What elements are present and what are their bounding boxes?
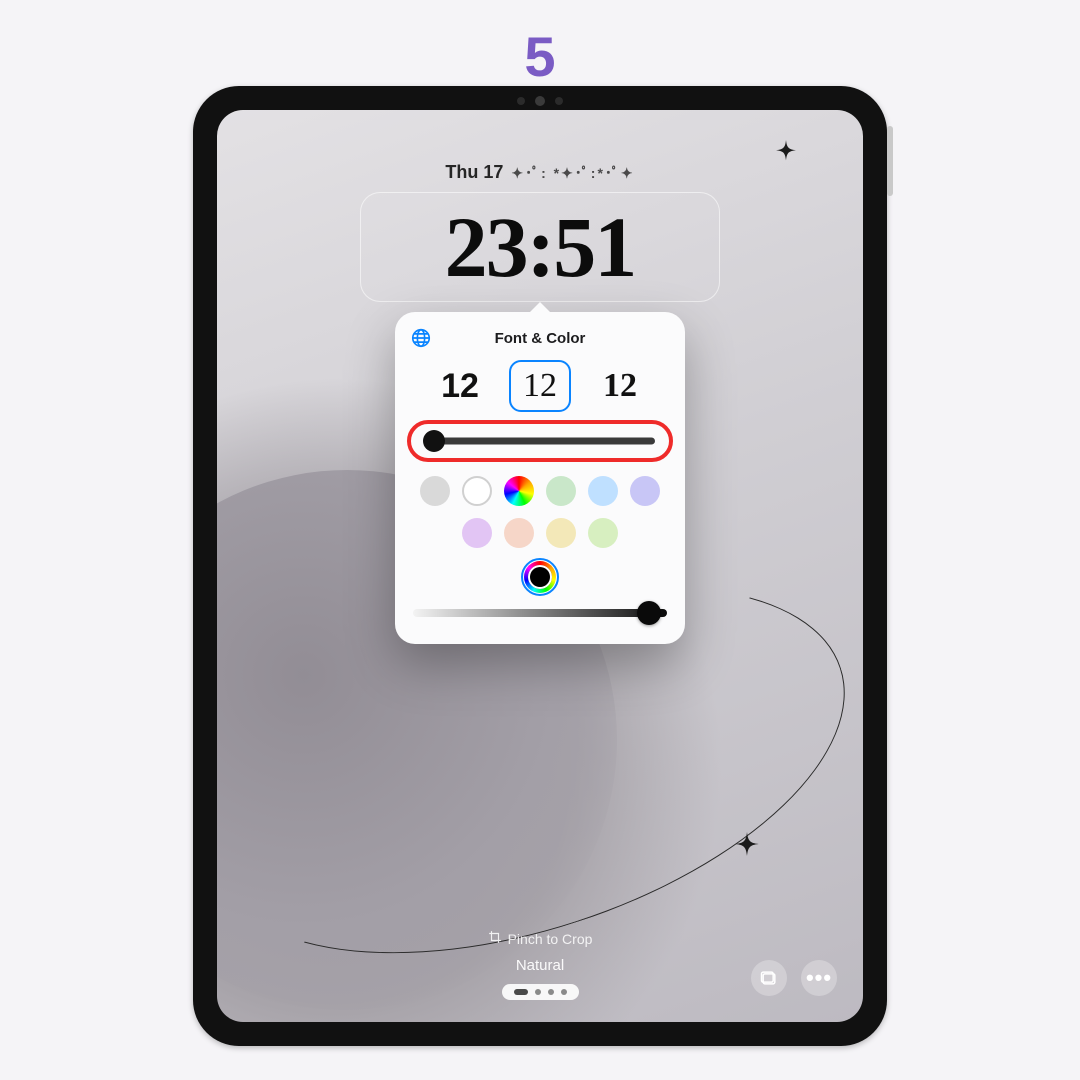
color-swatches bbox=[409, 476, 671, 592]
more-button[interactable]: ••• bbox=[801, 960, 837, 996]
page-dot[interactable] bbox=[548, 989, 554, 995]
page-dot[interactable] bbox=[514, 989, 528, 995]
slider-thumb[interactable] bbox=[423, 430, 445, 452]
annotation-highlight bbox=[407, 420, 673, 462]
lockscreen-time: 23:51 bbox=[445, 197, 636, 297]
color-swatch[interactable] bbox=[504, 476, 534, 506]
lockscreen-date-row[interactable]: Thu 17 ✦･ﾟ: *✦･ﾟ:*･ﾟ✦ bbox=[445, 162, 634, 183]
color-swatch[interactable] bbox=[546, 476, 576, 506]
color-swatch[interactable] bbox=[462, 518, 492, 548]
color-value-slider[interactable] bbox=[413, 602, 667, 624]
font-weight-slider[interactable] bbox=[419, 430, 661, 452]
color-swatch[interactable] bbox=[588, 518, 618, 548]
ipad-frame: Thu 17 ✦･ﾟ: *✦･ﾟ:*･ﾟ✦ 23:51 Font & Color… bbox=[193, 86, 887, 1046]
popover-title: Font & Color bbox=[495, 330, 586, 347]
power-button[interactable] bbox=[887, 126, 893, 196]
pinch-label: Pinch to Crop bbox=[508, 931, 593, 947]
camera-strip bbox=[517, 96, 563, 106]
color-swatch[interactable] bbox=[630, 476, 660, 506]
step-number: 5 bbox=[524, 24, 555, 89]
page-dot[interactable] bbox=[535, 989, 541, 995]
page-dot[interactable] bbox=[561, 989, 567, 995]
font-options: 12 12 12 bbox=[409, 360, 671, 412]
crop-icon bbox=[488, 930, 502, 947]
globe-icon[interactable] bbox=[409, 326, 433, 350]
page-indicator[interactable] bbox=[502, 984, 579, 1000]
screen: Thu 17 ✦･ﾟ: *✦･ﾟ:*･ﾟ✦ 23:51 Font & Color… bbox=[217, 110, 863, 1022]
clock-box[interactable]: 23:51 bbox=[360, 192, 720, 302]
font-color-popover: Font & Color 12 12 12 bbox=[395, 312, 685, 644]
color-swatch[interactable] bbox=[546, 518, 576, 548]
color-swatch[interactable] bbox=[462, 476, 492, 506]
more-icon: ••• bbox=[806, 965, 832, 991]
filter-name[interactable]: Natural bbox=[516, 957, 564, 974]
color-swatch[interactable] bbox=[420, 476, 450, 506]
date-decoration: ✦･ﾟ: *✦･ﾟ:*･ﾟ✦ bbox=[511, 163, 634, 183]
sparkle-icon bbox=[769, 140, 803, 174]
photos-button[interactable] bbox=[751, 960, 787, 996]
pinch-to-crop: Pinch to Crop bbox=[488, 930, 593, 947]
slider-thumb[interactable] bbox=[637, 601, 661, 625]
font-option-1[interactable]: 12 bbox=[509, 360, 571, 412]
color-swatch[interactable] bbox=[504, 518, 534, 548]
font-option-2[interactable]: 12 bbox=[589, 360, 651, 412]
color-swatch[interactable] bbox=[588, 476, 618, 506]
sparkle-icon bbox=[727, 832, 767, 872]
lockscreen-date: Thu 17 bbox=[445, 162, 503, 183]
color-swatch-custom[interactable] bbox=[525, 562, 555, 592]
font-option-0[interactable]: 12 bbox=[429, 360, 491, 412]
